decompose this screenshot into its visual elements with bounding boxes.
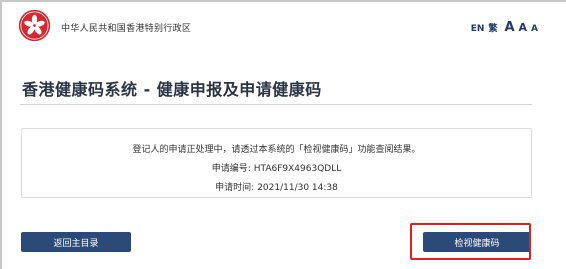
application-number-row: 申请编号: HTA6F9X4963QDLL: [22, 161, 531, 174]
title-divider: [20, 104, 532, 105]
application-time-label: 申请时间:: [215, 183, 255, 193]
status-message: 登记人的申请正处理中，请透过本系统的「检视健康码」功能查阅结果。: [132, 145, 421, 155]
application-number-value: HTA6F9X4963QDLL: [253, 164, 342, 174]
application-time-row: 申请时间: 2021/11/30 14:38: [22, 180, 531, 193]
application-time-value: 2021/11/30 14:38: [257, 183, 338, 193]
view-health-code-button[interactable]: 检视健康码: [423, 232, 531, 252]
government-name: 中华人民共和国香港特别行政区: [61, 24, 192, 34]
lang-traditional-chinese-link[interactable]: 繁: [488, 21, 497, 34]
back-to-main-menu-button[interactable]: 返回主目录: [21, 232, 131, 252]
page-title: 香港健康码系统 - 健康申报及申请健康码: [22, 80, 322, 99]
language-and-fontsize-controls: EN 繁 A A A: [471, 20, 538, 35]
font-size-large-button[interactable]: A: [504, 20, 514, 35]
site-header: 中华人民共和国香港特别行政区 EN 繁 A A A: [0, 0, 566, 58]
application-status-box: 登记人的申请正处理中，请透过本系统的「检视健康码」功能查阅结果。 申请编号: HT…: [21, 128, 532, 198]
lang-en-link[interactable]: EN: [471, 24, 485, 34]
bauhinia-emblem-icon[interactable]: [18, 9, 51, 42]
font-size-medium-button[interactable]: A: [519, 21, 528, 34]
font-size-small-button[interactable]: A: [531, 24, 538, 34]
application-number-label: 申请编号:: [211, 164, 251, 174]
